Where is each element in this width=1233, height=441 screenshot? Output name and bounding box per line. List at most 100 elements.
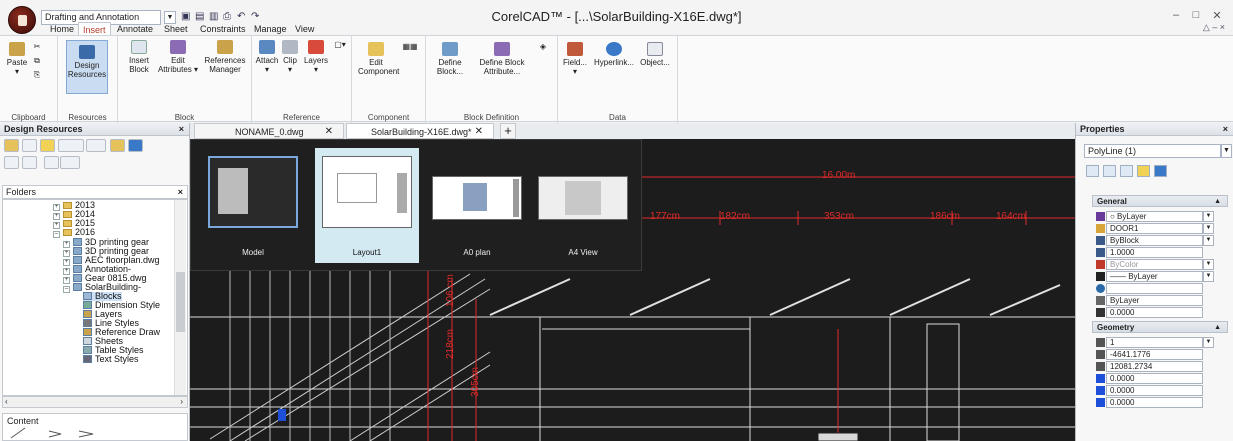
field-button[interactable]: Field... ▾ xyxy=(560,42,590,76)
tree-hscrollbar[interactable]: ‹ › xyxy=(2,396,188,408)
edit-component-button[interactable]: Edit Component xyxy=(358,42,399,76)
chevron-down-icon[interactable]: ▼ xyxy=(1203,211,1214,222)
views-icon[interactable] xyxy=(60,156,80,169)
close-icon[interactable]: × xyxy=(1223,123,1228,136)
layout-layout1[interactable]: Layout1 xyxy=(315,148,419,263)
object-button[interactable]: Object... xyxy=(638,42,672,67)
tab-view[interactable]: View xyxy=(291,22,318,36)
forward-icon[interactable] xyxy=(86,139,106,152)
layout-a0-plan[interactable]: A0 plan xyxy=(425,148,529,263)
tab-insert[interactable]: Insert xyxy=(78,22,111,36)
collapse-icon[interactable]: ▲ xyxy=(1214,196,1221,207)
chevron-down-icon[interactable]: ▼ xyxy=(1203,259,1214,270)
close-icon[interactable]: ✕ xyxy=(325,124,333,140)
collapse-icon[interactable]: – xyxy=(53,231,60,238)
tab-home[interactable]: Home xyxy=(46,22,78,36)
maximize-button[interactable]: □ xyxy=(1187,9,1205,21)
prop-vertex[interactable]: 1 xyxy=(1106,337,1203,348)
component-tools-icon[interactable]: ▦▦ xyxy=(400,42,420,51)
drawing-icon xyxy=(73,265,82,273)
filter-icon[interactable] xyxy=(1137,165,1150,177)
prop-layer[interactable]: DOOR1 xyxy=(1106,223,1203,234)
scroll-left-icon[interactable]: ‹ xyxy=(5,397,8,406)
minimize-button[interactable]: – xyxy=(1167,9,1185,21)
doc-window-controls[interactable]: △ – × xyxy=(1203,22,1225,33)
design-resources-button[interactable]: Design Resources xyxy=(66,40,108,94)
prop-color[interactable]: ○ ByLayer xyxy=(1106,211,1203,222)
new-tab-button[interactable]: + xyxy=(500,123,516,139)
prop-transparency[interactable]: ByLayer xyxy=(1106,295,1203,306)
define-block-button[interactable]: Define Block... xyxy=(430,42,470,76)
reference-more-icon[interactable]: ▢▾ xyxy=(332,40,348,49)
chevron-down-icon[interactable]: ▼ xyxy=(1203,223,1214,234)
description-icon[interactable] xyxy=(44,156,59,169)
tab-noname[interactable]: NONAME_0.dwg ✕ xyxy=(194,123,344,139)
block-tools-icon[interactable]: ◈ xyxy=(534,42,552,51)
selection-select[interactable]: PolyLine (1) xyxy=(1084,144,1221,158)
hyperlink-button[interactable]: Hyperlink... xyxy=(591,42,637,67)
cut-icon[interactable]: ✂ xyxy=(30,42,44,51)
prop-linestyle[interactable]: ByBlock xyxy=(1106,235,1203,246)
back-icon[interactable] xyxy=(58,139,84,152)
home-icon[interactable] xyxy=(22,139,37,152)
collapse-icon[interactable]: – xyxy=(63,286,70,293)
prop-printstyle[interactable]: ByColor xyxy=(1106,259,1203,270)
clip-button[interactable]: Clip ▾ xyxy=(280,40,300,74)
section-geometry[interactable]: Geometry ▲ xyxy=(1092,321,1228,333)
prop-start-width[interactable]: 0.0000 xyxy=(1106,373,1203,384)
tree-toggle-icon[interactable] xyxy=(4,156,19,169)
tree-item[interactable]: Text Styles xyxy=(83,355,139,364)
prop-hyperlink[interactable] xyxy=(1106,283,1203,294)
collapse-icon[interactable]: ▲ xyxy=(1214,322,1221,333)
help-icon[interactable] xyxy=(128,139,143,152)
prop-linescale[interactable]: 1.0000 xyxy=(1106,247,1203,258)
help-icon[interactable] xyxy=(1154,165,1167,177)
prop-vertex-y[interactable]: 12081.2734 xyxy=(1106,361,1203,372)
close-icon[interactable]: × xyxy=(178,186,183,198)
scroll-thumb[interactable] xyxy=(176,272,185,332)
folder-icon[interactable] xyxy=(4,139,19,152)
prop-global-width[interactable]: 0.0000 xyxy=(1106,397,1203,408)
quick-select-icon[interactable] xyxy=(1120,165,1133,177)
favorites-icon[interactable] xyxy=(40,139,55,152)
toggle-pickadd-icon[interactable] xyxy=(1086,165,1099,177)
attach-icon xyxy=(259,40,275,54)
define-block-attribute-button[interactable]: Define Block Attribute... xyxy=(474,42,530,76)
references-manager-button[interactable]: References Manager xyxy=(202,40,248,74)
prop-thickness[interactable]: 0.0000 xyxy=(1106,307,1203,318)
preview-icon[interactable] xyxy=(22,156,37,169)
chevron-down-icon[interactable]: ▼ xyxy=(1203,235,1214,246)
layout-model[interactable]: Model xyxy=(201,148,305,263)
section-general[interactable]: General ▲ xyxy=(1092,195,1228,207)
tab-annotate[interactable]: Annotate xyxy=(113,22,157,36)
insert-block-button[interactable]: Insert Block xyxy=(122,40,156,74)
tab-solarbuilding[interactable]: SolarBuilding-X16E.dwg* ✕ xyxy=(346,123,494,139)
tree-scrollbar[interactable] xyxy=(174,200,186,395)
up-folder-icon[interactable] xyxy=(110,139,125,152)
tab-manage[interactable]: Manage xyxy=(250,22,291,36)
scroll-right-icon[interactable]: › xyxy=(180,397,183,406)
chevron-down-icon[interactable]: ▼ xyxy=(1203,271,1214,282)
layout-a4-view[interactable]: A4 View xyxy=(531,148,635,263)
layers-button[interactable]: Layers ▾ xyxy=(302,40,330,74)
content-preview[interactable] xyxy=(9,426,119,440)
close-icon[interactable]: × xyxy=(179,123,184,136)
copy-icon[interactable]: ⧉ xyxy=(30,56,44,65)
edit-attributes-button[interactable]: Edit Attributes ▾ xyxy=(156,40,200,74)
drawing-canvas[interactable]: 16.00m 177cm 182cm 353cm 186cm 164cm 106… xyxy=(190,139,1075,441)
chevron-down-icon[interactable]: ▼ xyxy=(1203,337,1214,348)
prop-vertex-x[interactable]: -4641.1776 xyxy=(1106,349,1203,360)
tab-sheet[interactable]: Sheet xyxy=(160,22,192,36)
format-painter-icon[interactable]: ⎘ xyxy=(30,70,44,79)
select-objects-icon[interactable] xyxy=(1103,165,1116,177)
app-menu-button[interactable] xyxy=(8,6,36,34)
attach-button[interactable]: Attach ▾ xyxy=(255,40,279,74)
chevron-down-icon[interactable]: ▼ xyxy=(1221,144,1232,158)
paste-button[interactable]: Paste ▾ xyxy=(6,42,28,76)
close-button[interactable]: ✕ xyxy=(1208,9,1226,22)
prop-lineweight[interactable]: —— ByLayer xyxy=(1106,271,1203,282)
prop-end-width[interactable]: 0.0000 xyxy=(1106,385,1203,396)
tab-constraints[interactable]: Constraints xyxy=(196,22,250,36)
folder-tree[interactable]: +2013 +2014 +2015 –2016 +3D printing gea… xyxy=(2,199,188,396)
close-icon[interactable]: ✕ xyxy=(475,124,483,140)
